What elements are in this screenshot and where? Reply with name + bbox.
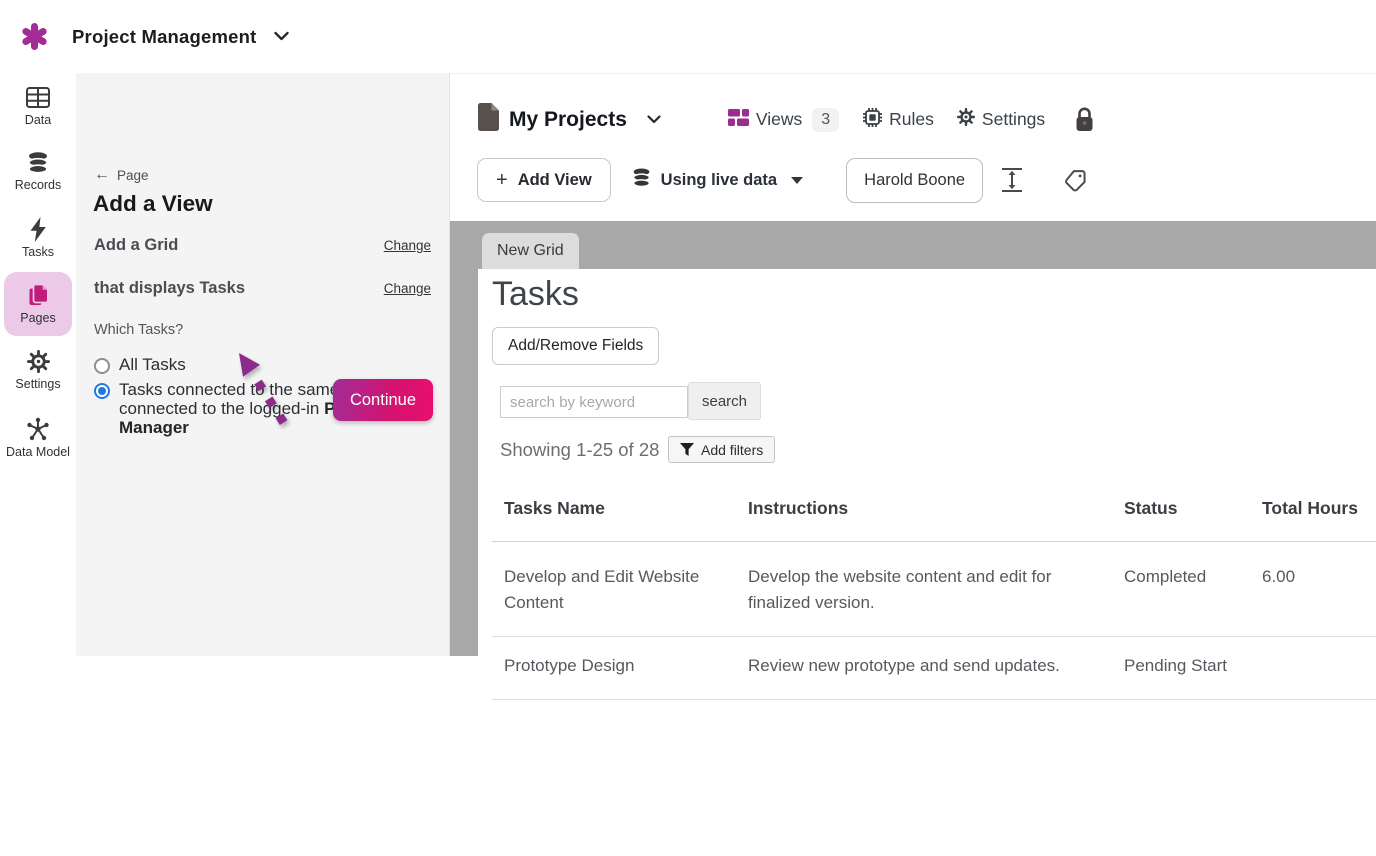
actions-bar: + Add View Using live data Harold Boone (477, 157, 1088, 203)
sidebar-item-settings[interactable]: Settings (0, 349, 76, 391)
sidebar-item-label: Data (25, 113, 51, 127)
app-logo-icon[interactable] (21, 23, 48, 50)
data-model-network-icon (25, 417, 51, 441)
option-label: All Tasks (119, 355, 186, 374)
sidebar-item-tasks[interactable]: Tasks (0, 217, 76, 259)
sidebar-item-label: Data Model (6, 445, 70, 459)
caret-down-icon (791, 177, 803, 184)
table-row[interactable]: Develop and Edit Website Content Develop… (492, 542, 1376, 637)
filter-funnel-icon (680, 443, 694, 456)
column-header[interactable]: Tasks Name (492, 479, 736, 541)
plus-icon: + (496, 169, 508, 192)
live-data-dropdown[interactable]: Using live data (631, 167, 803, 193)
grid-title: Tasks (492, 275, 579, 314)
lock-icon[interactable] (1075, 106, 1094, 133)
data-table-icon (26, 85, 50, 109)
page-title: My Projects (509, 108, 627, 132)
cell-status: Pending Start (1112, 637, 1250, 699)
views-layout-icon (728, 109, 749, 131)
app-chevron-down-icon[interactable] (274, 28, 289, 46)
back-label: Page (117, 168, 149, 183)
page-chevron-down-icon[interactable] (647, 111, 661, 129)
cell-tasks-name: Develop and Edit Website Content (492, 542, 736, 636)
option-text: connected to the logged-in (119, 399, 324, 418)
lightning-bolt-icon (28, 217, 48, 241)
add-view-panel: ← Page Add a View Add a Grid Change that… (76, 73, 450, 656)
cell-tasks-name: Prototype Design (492, 637, 736, 699)
sidebar-item-label: Settings (15, 377, 60, 391)
option-text: Tasks connected to the same (119, 380, 344, 399)
search-input[interactable] (500, 386, 688, 418)
sidebar-item-records[interactable]: Records (0, 150, 76, 192)
cell-instructions: Review new prototype and send updates. (736, 637, 1112, 699)
column-header[interactable]: Total Hours (1250, 479, 1376, 541)
gear-icon (957, 108, 975, 131)
radio-selected-icon[interactable] (94, 383, 110, 399)
sidebar-item-data-model[interactable]: Data Model (0, 417, 76, 459)
radio-unselected-icon[interactable] (94, 358, 110, 374)
step-label: that displays Tasks (94, 279, 245, 298)
app-header: Project Management (0, 0, 1376, 73)
back-to-page-link[interactable]: ← Page (94, 166, 149, 184)
tab-rules[interactable]: Rules (863, 108, 934, 132)
panel-title: Add a View (93, 191, 213, 217)
tasks-table: Tasks Name Instructions Status Total Hou… (492, 479, 1376, 700)
sidebar-item-label: Records (15, 178, 62, 192)
change-view-type-link[interactable]: Change (384, 238, 431, 253)
database-stack-icon (631, 167, 652, 193)
add-view-button[interactable]: + Add View (477, 158, 611, 202)
rules-label: Rules (889, 109, 934, 130)
gear-icon (27, 349, 50, 373)
views-label: Views (756, 109, 802, 130)
page-title-group[interactable]: My Projects (478, 103, 661, 136)
change-data-source-link[interactable]: Change (384, 281, 431, 296)
which-tasks-question: Which Tasks? (94, 322, 183, 338)
table-row[interactable]: Prototype Design Review new prototype an… (492, 637, 1376, 700)
step-label: Add a Grid (94, 236, 178, 255)
sidebar-item-label: Tasks (22, 245, 54, 259)
sidebar-item-data[interactable]: Data (0, 85, 76, 127)
logged-in-user-button[interactable]: Harold Boone (846, 158, 983, 203)
sidebar-item-pages[interactable]: Pages (4, 272, 72, 336)
main-workspace: My Projects Views 3 Rules Settings (450, 73, 1376, 656)
continue-button[interactable]: Continue (333, 379, 433, 421)
row-height-icon[interactable] (1001, 167, 1023, 193)
showing-records-text: Showing 1-25 of 28 (500, 439, 659, 461)
grid-view-card: Tasks Add/Remove Fields search Showing 1… (478, 269, 1376, 856)
add-filters-label: Add filters (701, 442, 763, 458)
column-header[interactable]: Instructions (736, 479, 1112, 541)
chip-icon (863, 108, 882, 132)
cell-total-hours (1250, 637, 1376, 699)
add-view-label: Add View (518, 171, 592, 190)
cell-status: Completed (1112, 542, 1250, 636)
tab-views[interactable]: Views 3 (728, 108, 839, 132)
app-title[interactable]: Project Management (72, 26, 257, 48)
view-toolbar: My Projects Views 3 Rules Settings (478, 101, 1094, 138)
add-remove-fields-button[interactable]: Add/Remove Fields (492, 327, 659, 365)
table-header-row: Tasks Name Instructions Status Total Hou… (492, 479, 1376, 542)
back-arrow-icon: ← (94, 166, 110, 184)
views-count-badge: 3 (812, 108, 839, 132)
cell-total-hours: 6.00 (1250, 542, 1376, 636)
settings-label: Settings (982, 109, 1045, 130)
database-icon (26, 150, 50, 174)
cell-instructions: Develop the website content and edit for… (736, 542, 1112, 636)
search-button[interactable]: search (688, 382, 761, 420)
step-data-source: that displays Tasks Change (94, 279, 431, 298)
sidebar: Data Records Tasks Pages Settings Data M… (0, 73, 76, 656)
column-header[interactable]: Status (1112, 479, 1250, 541)
tab-settings[interactable]: Settings (957, 108, 1045, 131)
live-data-label: Using live data (661, 171, 777, 190)
tag-icon[interactable] (1063, 168, 1088, 193)
document-icon (478, 103, 499, 136)
tab-new-grid[interactable]: New Grid (482, 233, 579, 269)
step-view-type: Add a Grid Change (94, 236, 431, 255)
add-filters-button[interactable]: Add filters (668, 436, 775, 463)
pages-icon (25, 283, 51, 307)
preview-stage: New Grid Tasks Add/Remove Fields search … (450, 221, 1376, 656)
radio-option-all-tasks[interactable]: All Tasks (94, 355, 186, 374)
sidebar-item-label: Pages (20, 311, 55, 325)
